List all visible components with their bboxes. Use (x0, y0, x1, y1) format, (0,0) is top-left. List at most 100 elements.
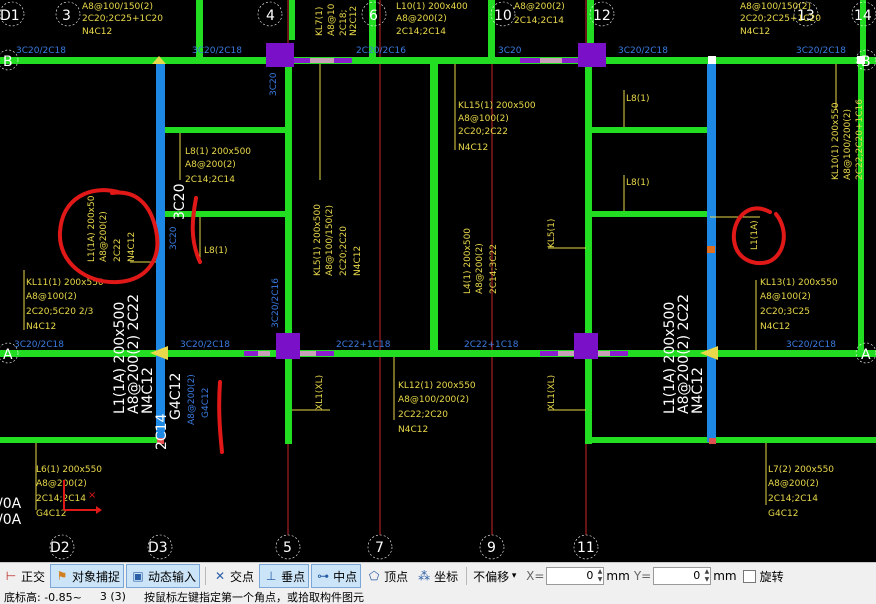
ann-l1-left-b: 2C22 (113, 239, 123, 262)
axis-bottom-d3: D3 (148, 540, 168, 556)
svg-text:×: × (88, 490, 96, 501)
axis-top-3: 3 (62, 8, 71, 24)
ann-kl7-b: 2C18; (339, 10, 349, 37)
ann-kl5-1-b: 2C20;2C20 (339, 226, 349, 276)
coordinate-button[interactable]: ⁂ 坐标 (413, 565, 461, 587)
ann-b-6: 3C20/2C18 (796, 46, 846, 56)
ann-l7-c: G4C12 (768, 509, 798, 519)
vertex-label: 顶点 (384, 569, 409, 584)
divider (466, 567, 468, 585)
drawing-canvas[interactable]: D1 3 4 6 10 12 13 14 D2 D3 5 7 9 11 B A … (0, 0, 876, 562)
ann-kl12-c: N4C12 (398, 425, 428, 435)
axis-top-6: 6 (369, 8, 378, 24)
ann-kl7-a: A8@10 (327, 3, 337, 36)
ann-a-5: 3C20/2C18 (786, 340, 836, 350)
ann-kl12-b: 2C22;2C20 (398, 410, 448, 420)
big-right-3: N4C12 (690, 367, 706, 414)
ann-l8-1: L8(1) 200x500 (185, 147, 251, 157)
perpendicular-button[interactable]: ⊥ 垂点 (259, 564, 310, 588)
ann-top-right-a: A8@100/150(2) (740, 2, 811, 12)
perpendicular-label: 垂点 (281, 569, 306, 584)
ann-kl13: KL13(1) 200x550 (760, 278, 838, 288)
y-value: 0 (693, 569, 701, 582)
vertex-icon: ⬠ (368, 569, 380, 583)
ann-l8-2: L8(1) (204, 246, 228, 256)
selection-count: 3 (3) (99, 590, 126, 603)
coordinate-label: 坐标 (434, 569, 459, 584)
ann-kl10-a: A8@100/200(2) (843, 109, 853, 180)
ann-kl12-a: A8@100/200(2) (398, 395, 469, 405)
perpendicular-icon: ⊥ (265, 569, 277, 583)
ann-l10-b: 2C14;2C14 (396, 27, 446, 37)
ann-kl13-b: 2C20;3C25 (760, 307, 810, 317)
ann-kl10-b: 2C22;2C20+1C16 (855, 99, 865, 180)
dynamic-input-button[interactable]: ▣ 动态输入 (126, 564, 201, 588)
chevron-down-icon: ▾ (511, 571, 517, 581)
x-unit: mm (606, 569, 630, 583)
ann-kl12: KL12(1) 200x550 (398, 381, 476, 391)
ann-kl5-1: KL5(1) 200x500 (313, 204, 323, 276)
ann-l10: L10(1) 200x400 (396, 2, 468, 12)
y-label: Y= (633, 569, 652, 583)
ortho-icon: ⊢ (5, 569, 17, 583)
rotate-checkbox[interactable] (742, 569, 756, 583)
intersect-icon: ✕ (215, 569, 226, 583)
ann-xl1-1: XL1(XL) (315, 375, 325, 410)
snap-icon: ⚑ (56, 569, 68, 583)
dynamic-input-icon: ▣ (132, 569, 144, 583)
ann-kl13-c: N4C12 (760, 322, 790, 332)
ann-v-3c20-2c16: 3C20/2C16 (271, 278, 281, 328)
rotate-label: 旋转 (759, 569, 784, 584)
ann-l8-1-a: A8@200(2) (185, 160, 236, 170)
ann-l10-a: A8@200(2) (396, 14, 447, 24)
axis-top-4: 4 (266, 8, 275, 24)
midpoint-icon: ⊶ (317, 569, 330, 583)
ann-a-3: 2C22+1C18 (336, 340, 391, 350)
intersect-label: 交点 (230, 569, 255, 584)
ann-l1-right: L1(1A) (750, 220, 760, 250)
x-value: 0 (586, 569, 594, 582)
ann-l4: L4(1) 200x500 (463, 228, 473, 294)
ann-b-5: 3C20/2C18 (618, 46, 668, 56)
ann-top-mid-a: A8@200(2) (514, 2, 565, 12)
big-left-3: N4C12 (140, 367, 156, 414)
axis-top-14: 14 (854, 8, 872, 24)
small-blue-b: G4C12 (201, 388, 211, 418)
axis-left-partial-2: /0A (0, 512, 22, 528)
ann-kl7-c: N2C12 (349, 6, 359, 36)
axis-bottom-d2: D2 (50, 540, 70, 556)
offset-dropdown[interactable]: 不偏移 ▾ (470, 565, 524, 587)
ann-kl7: KL7(1) (315, 7, 325, 36)
ann-top-right-c: N4C12 (740, 27, 770, 37)
spinner-icon[interactable]: ▲ ▼ (598, 568, 603, 584)
vertex-button[interactable]: ⬠ 顶点 (363, 565, 411, 587)
y-input[interactable]: 0 ▲ ▼ (653, 567, 712, 585)
ann-l6-a: A8@200(2) (36, 479, 87, 489)
dynamic-input-label: 动态输入 (148, 569, 197, 584)
ann-top-left-b: 2C20;2C25+1C20 (82, 14, 163, 24)
ann-kl11-a: A8@100(2) (26, 292, 77, 302)
ann-a-2: 3C20/2C18 (180, 340, 230, 350)
ortho-button[interactable]: ⊢ 正交 (0, 565, 48, 587)
ann-kl10: KL10(1) 200x550 (831, 102, 841, 180)
offset-label: 不偏移 (473, 569, 510, 584)
ann-top-left-c: N4C12 (82, 27, 112, 37)
axis-top-10: 10 (494, 8, 512, 24)
axis-bottom-9: 9 (487, 540, 496, 556)
spinner-icon[interactable]: ▲ ▼ (705, 568, 710, 584)
axis-left-a: A (3, 347, 13, 363)
intersect-button[interactable]: ✕ 交点 (209, 565, 257, 587)
midpoint-button[interactable]: ⊶ 中点 (311, 564, 362, 588)
ann-l6: L6(1) 200x550 (36, 465, 102, 475)
axis-bottom-7: 7 (375, 540, 384, 556)
ann-kl5-1-c: N4C12 (353, 246, 363, 276)
ann-b-3: 2C20/2C16 (356, 46, 406, 56)
axis-bottom-5: 5 (283, 540, 292, 556)
ann-l6-b: 2C14;2C14 (36, 494, 86, 504)
x-input[interactable]: 0 ▲ ▼ (546, 567, 605, 585)
object-snap-button[interactable]: ⚑ 对象捕捉 (50, 564, 125, 588)
ann-v-3c20-b: 3C20 (169, 226, 179, 250)
ann-l6-c: G4C12 (36, 509, 66, 519)
big-left-5: G4C12 (168, 373, 184, 420)
ann-top-right-b: 2C20;2C25+1C20 (740, 14, 821, 24)
